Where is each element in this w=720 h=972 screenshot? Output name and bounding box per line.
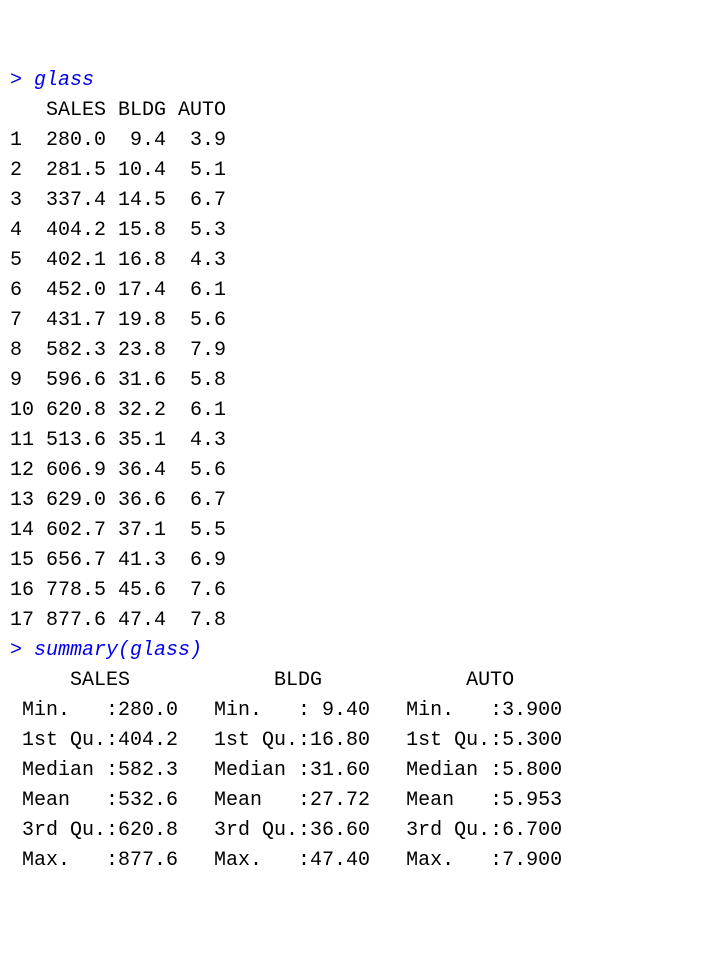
table-row: 3 337.4 14.5 6.7 xyxy=(10,189,226,212)
prompt: > xyxy=(10,69,34,92)
table-row: 13 629.0 36.6 6.7 xyxy=(10,489,226,512)
summary-row: 3rd Qu.:620.8 3rd Qu.:36.60 3rd Qu.:6.70… xyxy=(10,819,586,842)
table-row: 12 606.9 36.4 5.6 xyxy=(10,459,226,482)
table-row: 8 582.3 23.8 7.9 xyxy=(10,339,226,362)
summary-row: Min. :280.0 Min. : 9.40 Min. :3.900 xyxy=(10,699,586,722)
summary-row: Median :582.3 Median :31.60 Median :5.80… xyxy=(10,759,586,782)
summary-row: 1st Qu.:404.2 1st Qu.:16.80 1st Qu.:5.30… xyxy=(10,729,586,752)
table-row: 15 656.7 41.3 6.9 xyxy=(10,549,226,572)
table-row: 11 513.6 35.1 4.3 xyxy=(10,429,226,452)
r-console[interactable]: > glass SALES BLDG AUTO 1 280.0 9.4 3.9 … xyxy=(10,66,710,876)
table-row: 4 404.2 15.8 5.3 xyxy=(10,219,226,242)
summary-row: Max. :877.6 Max. :47.40 Max. :7.900 xyxy=(10,849,586,872)
table-row: 14 602.7 37.1 5.5 xyxy=(10,519,226,542)
table-row: 1 280.0 9.4 3.9 xyxy=(10,129,226,152)
summary-row: Mean :532.6 Mean :27.72 Mean :5.953 xyxy=(10,789,586,812)
table-row: 2 281.5 10.4 5.1 xyxy=(10,159,226,182)
command-glass: glass xyxy=(34,69,94,92)
prompt: > xyxy=(10,639,34,662)
table-row: 6 452.0 17.4 6.1 xyxy=(10,279,226,302)
data-header: SALES BLDG AUTO xyxy=(10,99,226,122)
table-row: 7 431.7 19.8 5.6 xyxy=(10,309,226,332)
command-summary: summary(glass) xyxy=(34,639,202,662)
table-row: 10 620.8 32.2 6.1 xyxy=(10,399,226,422)
table-row: 17 877.6 47.4 7.8 xyxy=(10,609,226,632)
table-row: 9 596.6 31.6 5.8 xyxy=(10,369,226,392)
table-row: 5 402.1 16.8 4.3 xyxy=(10,249,226,272)
summary-row: SALES BLDG AUTO xyxy=(10,669,586,692)
table-row: 16 778.5 45.6 7.6 xyxy=(10,579,226,602)
